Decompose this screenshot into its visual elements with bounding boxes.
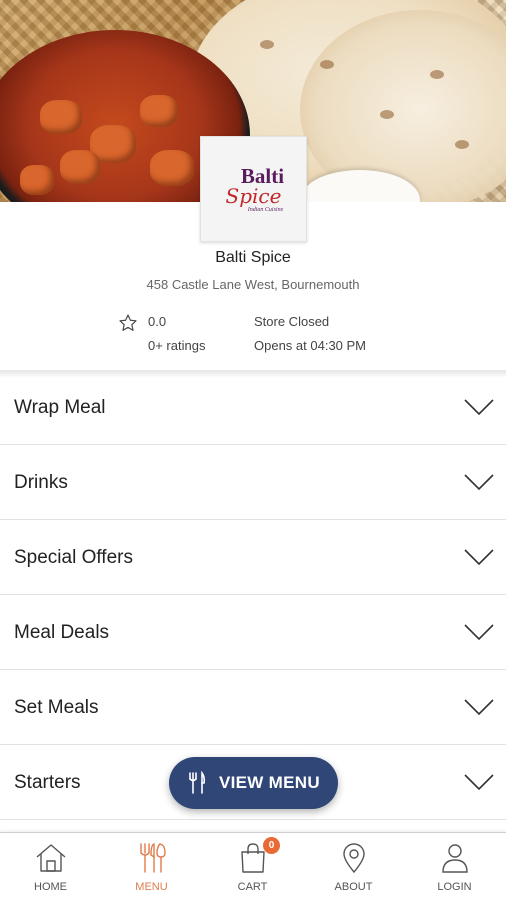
location-pin-icon — [342, 843, 365, 874]
logo-script: Spice — [225, 183, 282, 208]
restaurant-logo: Balti Spice Indian Cuisine — [200, 136, 307, 242]
section-divider-shadow — [0, 370, 506, 378]
category-row-meal-deals[interactable]: Meal Deals — [0, 595, 506, 670]
view-menu-label: VIEW MENU — [219, 773, 320, 792]
category-row-set-meals[interactable]: Set Meals — [0, 670, 506, 745]
menu-category-list: Wrap Meal Drinks Special Offers Meal Dea… — [0, 370, 506, 820]
star-icon — [119, 314, 137, 331]
category-label: Set Meals — [14, 697, 99, 718]
logo-subtitle: Indian Cuisine — [247, 206, 284, 213]
nav-item-login[interactable]: LOGIN — [404, 833, 505, 900]
bottom-navigation: HOME MENU 0 CART ABOUT LOGIN — [0, 832, 506, 900]
category-row-wrap-meal[interactable]: Wrap Meal — [0, 370, 506, 445]
category-label: Meal Deals — [14, 622, 110, 643]
nav-label: HOME — [34, 881, 67, 893]
nav-label: LOGIN — [437, 881, 472, 893]
view-menu-button[interactable]: VIEW MENU — [169, 757, 338, 809]
nav-item-menu[interactable]: MENU — [101, 833, 202, 900]
store-opening-time: Opens at 04:30 PM — [254, 338, 367, 353]
category-row-drinks[interactable]: Drinks — [0, 445, 506, 520]
nav-item-about[interactable]: ABOUT — [303, 833, 404, 900]
nav-item-home[interactable]: HOME — [0, 833, 101, 900]
category-label: Drinks — [14, 472, 68, 493]
chevron-down-icon — [464, 474, 494, 491]
chevron-down-icon — [464, 399, 494, 416]
rating-count: 0+ ratings — [148, 338, 206, 353]
store-address: 458 Castle Lane West, Bournemouth — [146, 277, 360, 292]
nav-label: MENU — [135, 881, 168, 893]
nav-label: ABOUT — [334, 881, 373, 893]
category-label: Special Offers — [14, 547, 133, 568]
cart-count-badge: 0 — [263, 837, 280, 854]
store-status: Store Closed — [254, 314, 330, 329]
cutlery-icon — [189, 771, 206, 794]
chevron-down-icon — [464, 549, 494, 566]
category-row-special-offers[interactable]: Special Offers — [0, 520, 506, 595]
chevron-down-icon — [464, 774, 494, 791]
category-label: Wrap Meal — [14, 397, 106, 418]
chevron-down-icon — [464, 624, 494, 641]
store-name: Balti Spice — [215, 249, 291, 266]
nav-label: CART — [237, 881, 268, 893]
category-label: Starters — [14, 772, 81, 793]
chevron-down-icon — [464, 699, 494, 716]
user-icon — [441, 844, 468, 873]
cutlery-icon — [139, 843, 166, 873]
rating-value: 0.0 — [148, 314, 167, 329]
nav-item-cart[interactable]: 0 CART — [202, 833, 303, 900]
home-icon — [36, 844, 65, 872]
